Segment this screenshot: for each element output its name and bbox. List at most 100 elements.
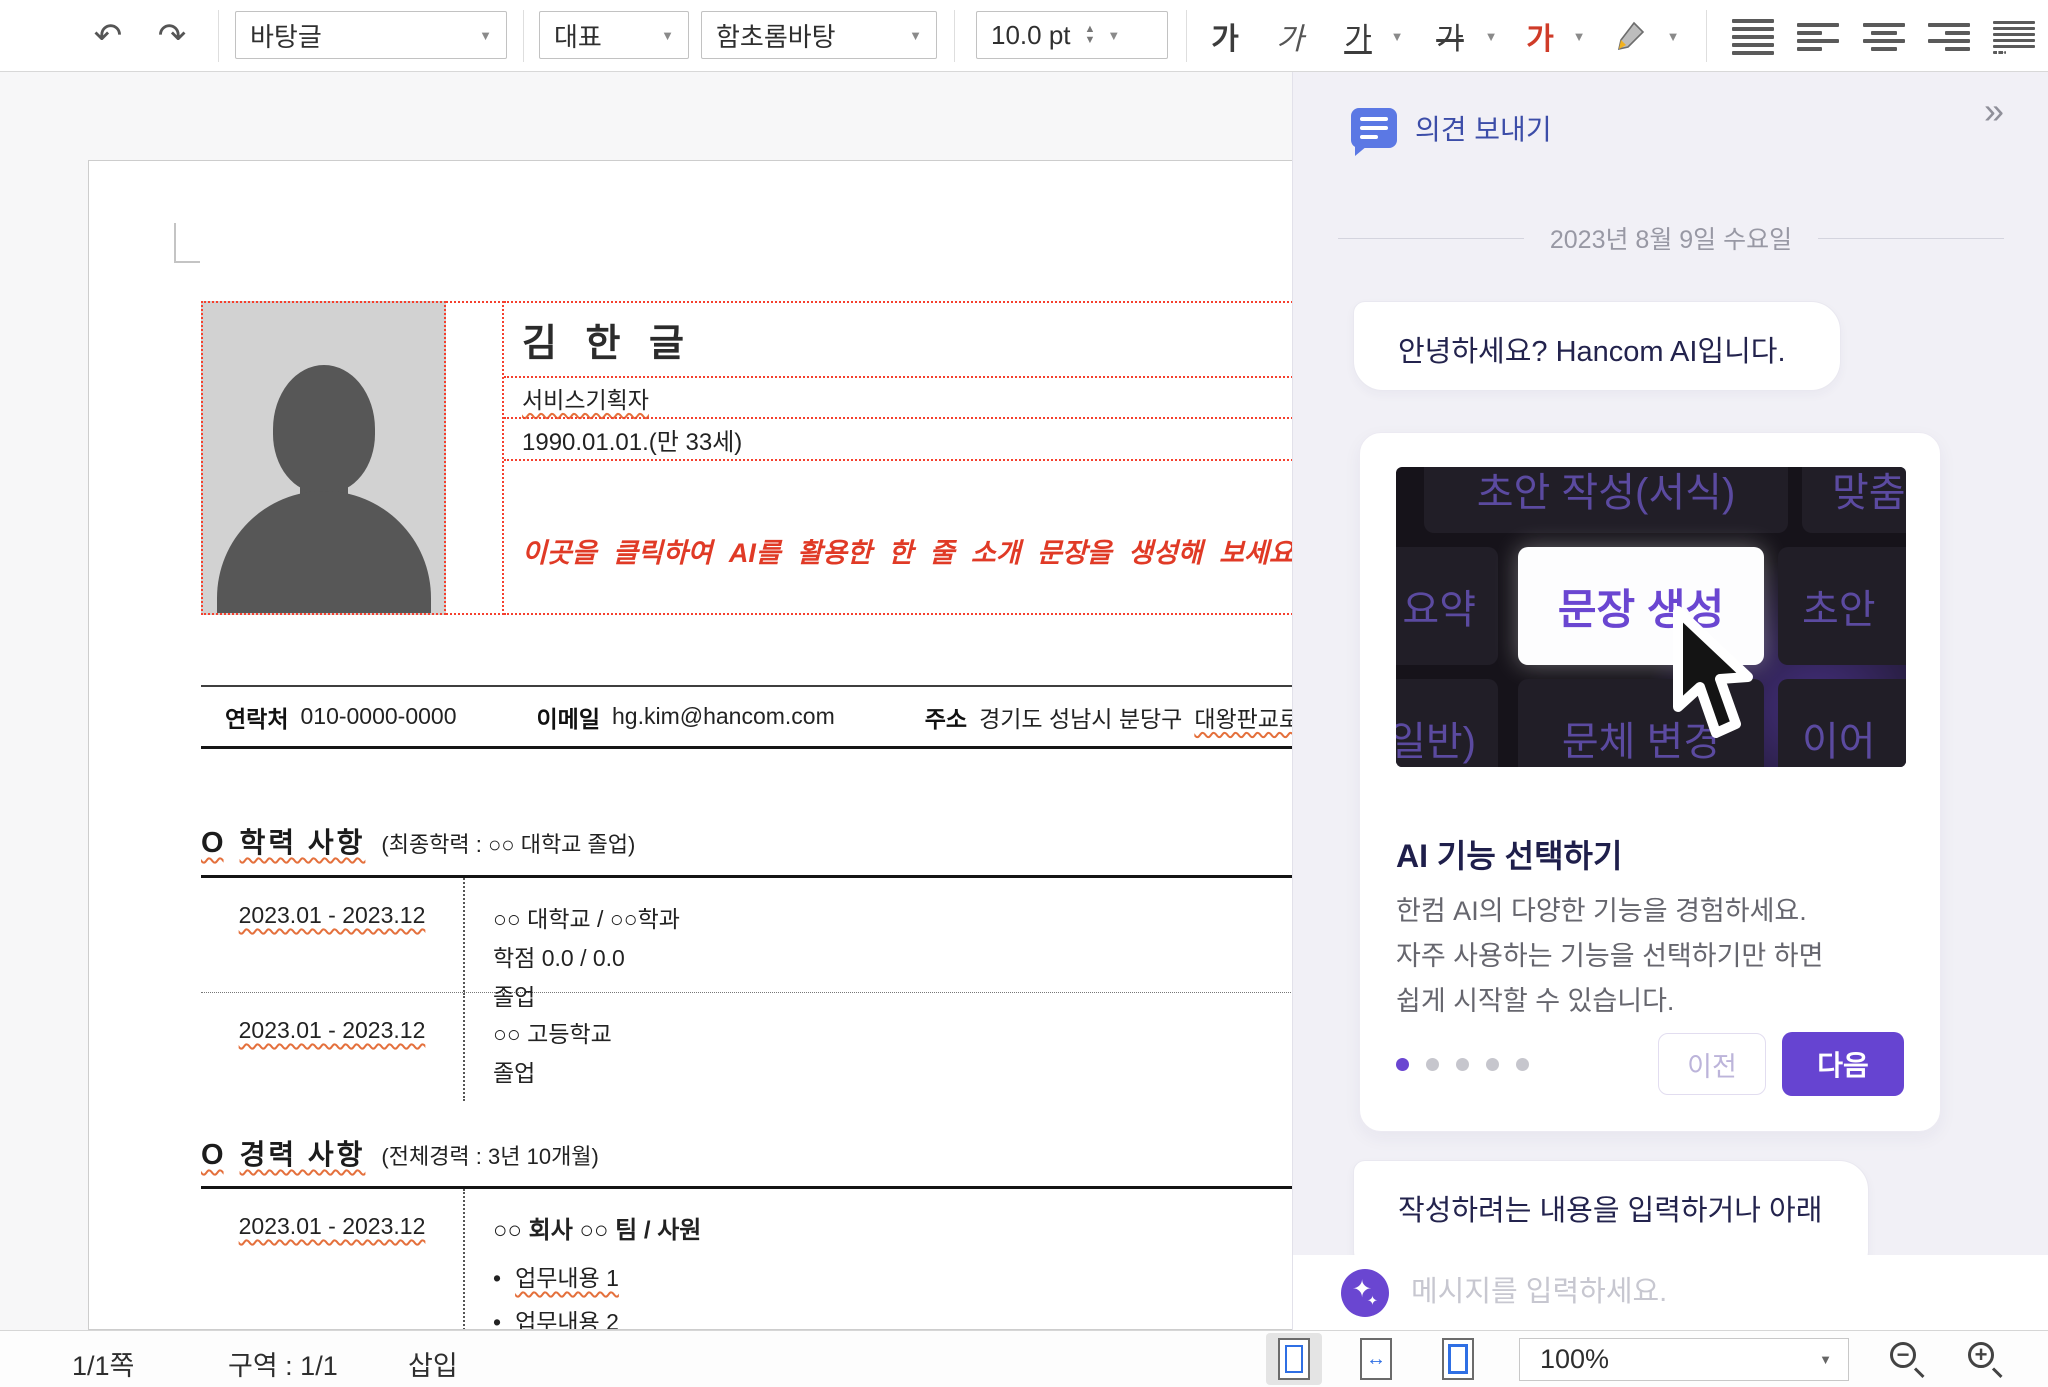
redo-button[interactable]: ↷ — [146, 12, 198, 60]
name-row: 김 한 글 — [504, 301, 1292, 376]
card-title: AI 기능 선택하기 — [1396, 831, 1622, 877]
style-preset-value: 대표 — [554, 17, 602, 54]
profile-photo-placeholder[interactable] — [201, 301, 446, 615]
bullet-icon: • — [493, 1309, 501, 1330]
font-size-stepper[interactable]: 10.0 pt ▲ ▼ ▼ — [976, 11, 1168, 59]
address-value-2: 대왕판교로 644번길 4 — [1194, 700, 1292, 734]
zoom-out-button[interactable]: − — [1888, 1340, 1928, 1380]
italic-button[interactable]: 가 — [1268, 12, 1312, 60]
align-left-icon[interactable] — [1797, 17, 1839, 57]
education-line: 졸업 — [493, 1054, 1292, 1093]
strikethrough-button[interactable]: 가 — [1428, 12, 1472, 60]
align-justify-icon[interactable] — [1732, 17, 1774, 57]
font-color-button[interactable]: 가 — [1518, 12, 1562, 60]
pagination-dot[interactable] — [1486, 1058, 1499, 1071]
contact-row: 연락처 010-0000-0000 이메일 hg.kim@hancom.com … — [201, 685, 1292, 749]
font-color-options-arrow[interactable]: ▼ — [1566, 12, 1592, 60]
format-toolbar: ↶ ↷ 바탕글 ▼ 대표 ▼ 함초롬바탕 ▼ 10.0 pt ▲ ▼ ▼ 가 가… — [0, 0, 2048, 72]
card-body-line: 자주 사용하는 기능을 선택하기만 하면 — [1396, 934, 1823, 979]
career-period: 2023.01 - 2023.12 — [239, 1213, 426, 1239]
undo-button[interactable]: ↶ — [82, 12, 134, 60]
underline-options-arrow[interactable]: ▼ — [1384, 12, 1410, 60]
divider-line — [1818, 238, 2004, 239]
spin-down-icon[interactable]: ▼ — [1085, 35, 1096, 46]
view-mode-page-button[interactable] — [1266, 1333, 1322, 1385]
view-mode-fit-width-button[interactable]: ↔ — [1348, 1333, 1404, 1385]
toolbar-separator — [523, 10, 524, 62]
career-bullet: •업무내용 1 — [493, 1263, 1292, 1294]
feature-tile: 일반) — [1396, 679, 1498, 767]
cursor-arrow-icon — [1668, 605, 1768, 745]
education-line: ○○ 대학교 / ○○학과 — [493, 900, 1292, 939]
font-family-value: 함초롬바탕 — [716, 17, 836, 54]
insert-mode-indicator[interactable]: 삽입 — [408, 1344, 458, 1383]
document-area: 김 한 글 서비스기획자 1990.01.01.(만 33세) 이곳을 클릭하여… — [0, 72, 1292, 1330]
intro-row: 이곳을 클릭하여 AI를 활용한 한 줄 소개 문장을 생성해 보세요. — [504, 459, 1292, 615]
zoom-level-value: 100% — [1540, 1344, 1609, 1375]
bullet-icon: • — [493, 1265, 501, 1291]
chevron-down-icon: ▼ — [1573, 29, 1586, 44]
table-row: 2023.01 - 2023.12 ○○ 대학교 / ○○학과 학점 0.0 /… — [201, 878, 1292, 993]
chevron-down-icon: ▼ — [1391, 29, 1404, 44]
education-title: 학력 사항 — [240, 821, 366, 861]
paragraph-style-value: 바탕글 — [250, 17, 322, 54]
pagination-dot-active[interactable] — [1396, 1058, 1409, 1071]
chevron-down-icon: ▼ — [1485, 29, 1498, 44]
fit-page-icon — [1442, 1338, 1474, 1380]
sparkle-glyph-small: ✦ — [1367, 1293, 1378, 1309]
paragraph-style-dropdown[interactable]: 바탕글 ▼ — [235, 11, 507, 59]
zoom-level-dropdown[interactable]: 100% ▼ — [1519, 1338, 1849, 1381]
font-family-dropdown[interactable]: 함초롬바탕 ▼ — [701, 11, 937, 59]
chevron-down-icon: ▼ — [1667, 29, 1680, 44]
bold-button[interactable]: 가 — [1203, 12, 1247, 60]
card-body-line: 한컴 AI의 다양한 기능을 경험하세요. — [1396, 889, 1823, 934]
silhouette-head — [273, 365, 375, 493]
career-section-heading: O 경력 사항 (전체경력 : 3년 10개월) — [201, 1133, 599, 1173]
italic-icon: 가 — [1276, 14, 1304, 58]
education-line: ○○ 고등학교 — [493, 1015, 1292, 1054]
ai-intro-prompt-text[interactable]: 이곳을 클릭하여 AI를 활용한 한 줄 소개 문장을 생성해 보세요. — [504, 531, 1292, 570]
pagination-dot[interactable] — [1516, 1058, 1529, 1071]
font-size-spin[interactable]: ▲ ▼ — [1085, 24, 1096, 46]
ai-notice-text: 작성하려는 내용을 입력하거나 아래 — [1354, 1161, 1868, 1229]
career-subtitle: (전체경력 : 3년 10개월) — [381, 1139, 599, 1171]
highlighter-button[interactable] — [1608, 12, 1652, 60]
magnifier-handle — [1992, 1367, 2003, 1378]
align-right-icon[interactable] — [1928, 17, 1970, 57]
section-marker: O — [201, 1139, 224, 1172]
next-button[interactable]: 다음 — [1782, 1032, 1904, 1096]
align-center-icon[interactable] — [1863, 17, 1905, 57]
document-page[interactable]: 김 한 글 서비스기획자 1990.01.01.(만 33세) 이곳을 클릭하여… — [88, 160, 1292, 1330]
job-title: 서비스기획자 — [504, 381, 649, 415]
underline-button[interactable]: 가 — [1336, 12, 1380, 60]
ai-greeting-text: 안녕하세요? Hancom AI입니다. — [1354, 302, 1840, 370]
underline-icon: 가 — [1344, 14, 1372, 58]
strikethrough-icon: 가 — [1436, 14, 1464, 58]
zoom-in-button[interactable]: + — [1966, 1340, 2006, 1380]
birthdate-row: 1990.01.01.(만 33세) — [504, 417, 1292, 459]
chevron-down-icon[interactable]: ▼ — [1107, 28, 1120, 43]
feedback-bubble-icon — [1351, 108, 1397, 148]
pagination-dot[interactable] — [1426, 1058, 1439, 1071]
ai-greeting-bubble: 안녕하세요? Hancom AI입니다. — [1353, 301, 1841, 391]
table-spacer-column — [446, 301, 504, 615]
panel-collapse-icon[interactable]: » — [1984, 90, 2004, 132]
education-section-heading: O 학력 사항 (최종학력 : ○○ 대학교 졸업) — [201, 821, 635, 861]
style-preset-dropdown[interactable]: 대표 ▼ — [539, 11, 689, 59]
view-mode-fit-page-button[interactable] — [1430, 1333, 1486, 1385]
career-title: 경력 사항 — [240, 1133, 366, 1173]
send-feedback-button[interactable]: 의견 보내기 — [1351, 108, 1552, 148]
career-heading: ○○ 회사 ○○ 팀 / 사원 — [493, 1211, 1292, 1250]
feature-screenshot: 초안 작성(서식) 맞춤 요약 문장 생성 초안 일반) 문체 변경 이어 — [1396, 467, 1906, 767]
pagination-dot[interactable] — [1456, 1058, 1469, 1071]
message-input[interactable] — [1411, 1267, 1991, 1317]
highlighter-pen-icon — [1614, 20, 1646, 52]
hancom-office-window: ↶ ↷ 바탕글 ▼ 대표 ▼ 함초롬바탕 ▼ 10.0 pt ▲ ▼ ▼ 가 가… — [0, 0, 2048, 1387]
table-row: 2023.01 - 2023.12 ○○ 회사 ○○ 팀 / 사원 •업무내용 … — [201, 1189, 1292, 1330]
phone-label: 연락처 — [225, 700, 288, 734]
align-distribute-icon[interactable] — [1993, 17, 2035, 57]
highlighter-options-arrow[interactable]: ▼ — [1660, 12, 1686, 60]
prev-button[interactable]: 이전 — [1658, 1033, 1766, 1095]
education-period: 2023.01 - 2023.12 — [239, 1017, 426, 1043]
strikethrough-options-arrow[interactable]: ▼ — [1478, 12, 1504, 60]
